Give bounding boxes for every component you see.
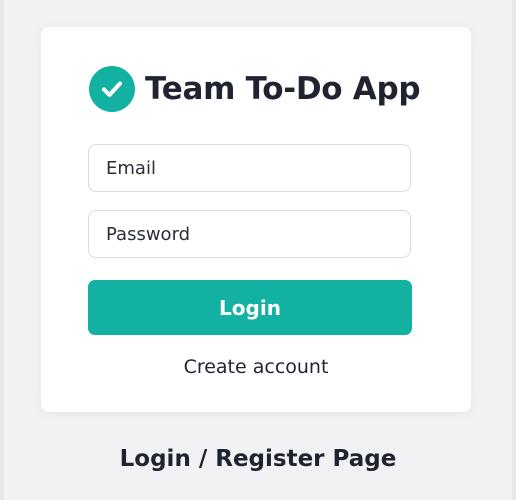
app-brand: Team To-Do App [89, 66, 421, 112]
right-edge-border [512, 0, 516, 500]
check-circle-icon [89, 66, 135, 112]
left-edge-border [0, 0, 4, 500]
password-field[interactable] [88, 210, 411, 258]
email-field[interactable] [88, 144, 411, 192]
page-caption: Login / Register Page [119, 446, 397, 472]
create-account-link[interactable]: Create account [41, 356, 471, 378]
app-title: Team To-Do App [145, 71, 421, 107]
login-button[interactable]: Login [88, 280, 412, 335]
login-card: Team To-Do App Login Create account [41, 27, 471, 412]
